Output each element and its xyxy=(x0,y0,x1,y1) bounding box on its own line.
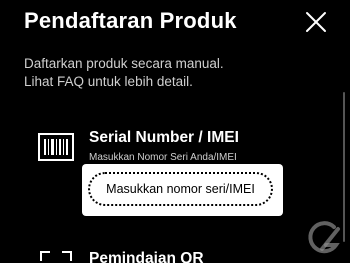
watermark-logo-icon xyxy=(308,221,340,254)
barcode-icon xyxy=(38,133,74,161)
serial-number-title: Serial Number / IMEI xyxy=(89,129,239,146)
serial-number-subtitle: Masukkan Nomor Seri Anda/IMEI xyxy=(89,152,237,163)
close-icon xyxy=(306,12,326,32)
description: Daftarkan produk secara manual. Lihat FA… xyxy=(24,55,224,91)
qr-scan-title: Pemindaian QR xyxy=(89,250,204,263)
description-line-1: Daftarkan produk secara manual. xyxy=(24,56,224,71)
product-registration-screen: Pendaftaran Produk Daftarkan produk seca… xyxy=(0,0,350,263)
page-title: Pendaftaran Produk xyxy=(24,8,237,33)
qr-scan-option[interactable]: Pemindaian QR xyxy=(0,240,340,263)
serial-input-highlight: Masukkan nomor seri/IMEI xyxy=(82,164,283,216)
serial-number-input[interactable]: Masukkan nomor seri/IMEI xyxy=(88,172,273,206)
description-line-2: Lihat FAQ untuk lebih detail. xyxy=(24,74,193,89)
qr-scan-icon xyxy=(40,251,72,261)
close-button[interactable] xyxy=(304,10,328,34)
